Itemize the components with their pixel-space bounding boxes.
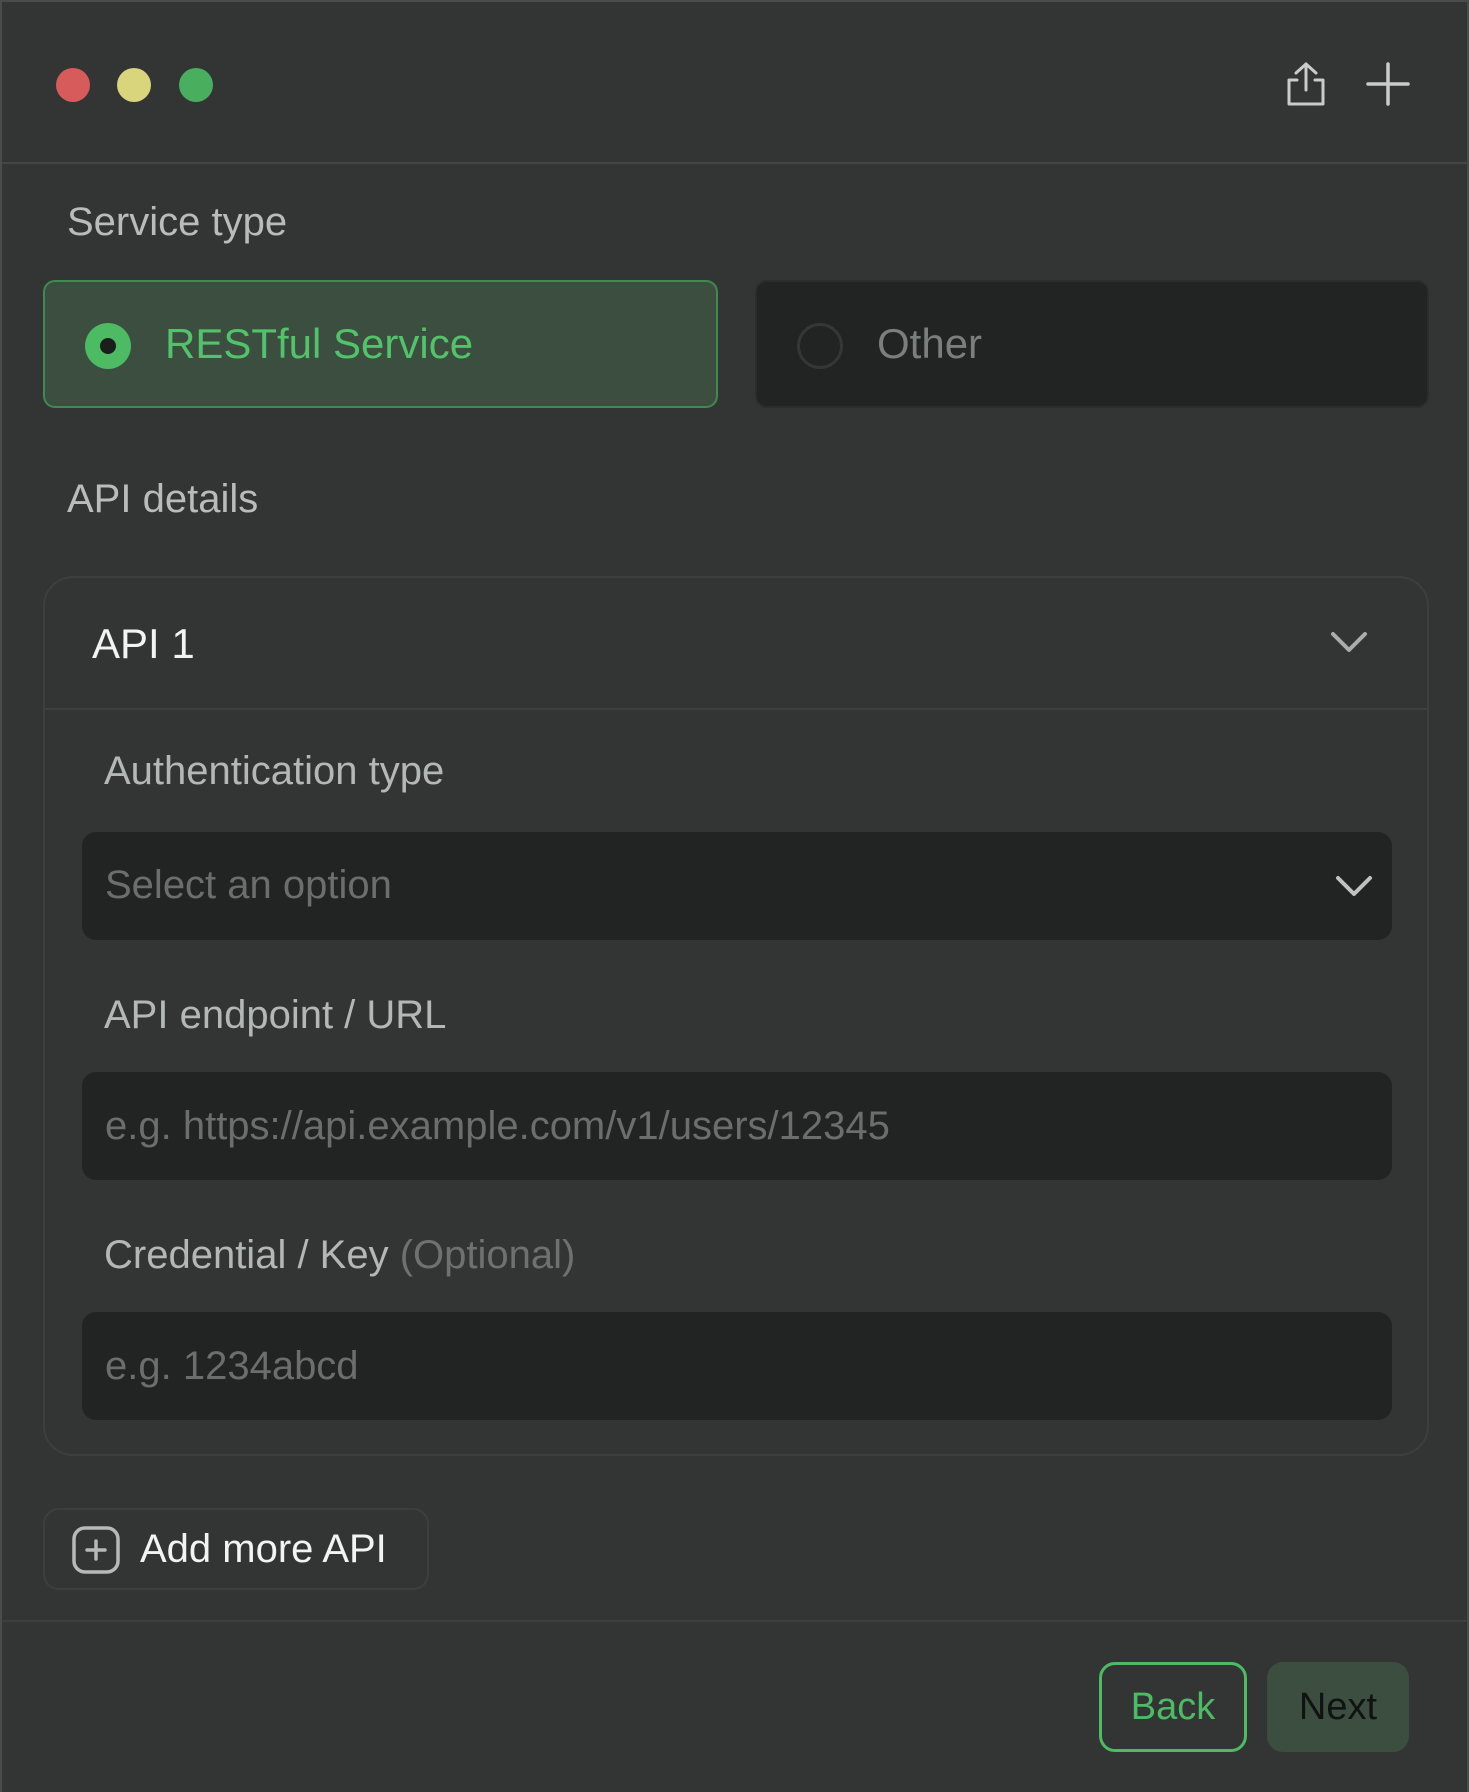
footer: Back Next bbox=[2, 1620, 1467, 1792]
option-label: Other bbox=[877, 320, 983, 367]
chevron-down-icon[interactable] bbox=[1327, 620, 1371, 664]
optional-hint: (Optional) bbox=[399, 1233, 576, 1277]
endpoint-input[interactable] bbox=[82, 1072, 1392, 1180]
credential-input[interactable] bbox=[82, 1312, 1392, 1420]
endpoint-label: API endpoint / URL bbox=[104, 993, 447, 1037]
add-more-api-button[interactable]: Add more API bbox=[43, 1508, 429, 1590]
app-window: Service type RESTful Service Other API d… bbox=[0, 0, 1469, 1792]
back-button[interactable]: Back bbox=[1099, 1662, 1247, 1752]
option-restful-service[interactable]: RESTful Service bbox=[43, 280, 718, 408]
share-icon[interactable] bbox=[1280, 58, 1332, 110]
auth-type-label: Authentication type bbox=[104, 749, 445, 793]
title-bar bbox=[2, 2, 1467, 164]
service-type-label: Service type bbox=[67, 200, 288, 244]
credential-field-wrapper bbox=[82, 1312, 1392, 1420]
credential-label-text: Credential / Key bbox=[104, 1233, 389, 1277]
api-title: API 1 bbox=[92, 620, 195, 667]
radio-unselected-icon bbox=[797, 323, 843, 369]
api-card: API 1 Authentication type Select an opti… bbox=[43, 576, 1429, 1456]
close-window-button[interactable] bbox=[56, 68, 90, 102]
select-placeholder: Select an option bbox=[105, 863, 392, 907]
auth-type-select[interactable]: Select an option bbox=[82, 832, 1392, 940]
next-button[interactable]: Next bbox=[1267, 1662, 1409, 1752]
api-details-label: API details bbox=[67, 477, 259, 521]
endpoint-field-wrapper bbox=[82, 1072, 1392, 1180]
add-more-api-label: Add more API bbox=[140, 1527, 387, 1571]
radio-selected-icon bbox=[85, 323, 131, 369]
add-square-icon bbox=[72, 1526, 120, 1574]
chevron-down-icon bbox=[1336, 876, 1372, 896]
plus-icon[interactable] bbox=[1362, 58, 1414, 110]
option-other[interactable]: Other bbox=[755, 280, 1429, 408]
credential-label: Credential / Key (Optional) bbox=[104, 1233, 575, 1278]
api-card-header[interactable]: API 1 bbox=[45, 578, 1427, 710]
minimize-window-button[interactable] bbox=[117, 68, 151, 102]
maximize-window-button[interactable] bbox=[179, 68, 213, 102]
option-label: RESTful Service bbox=[165, 320, 474, 367]
